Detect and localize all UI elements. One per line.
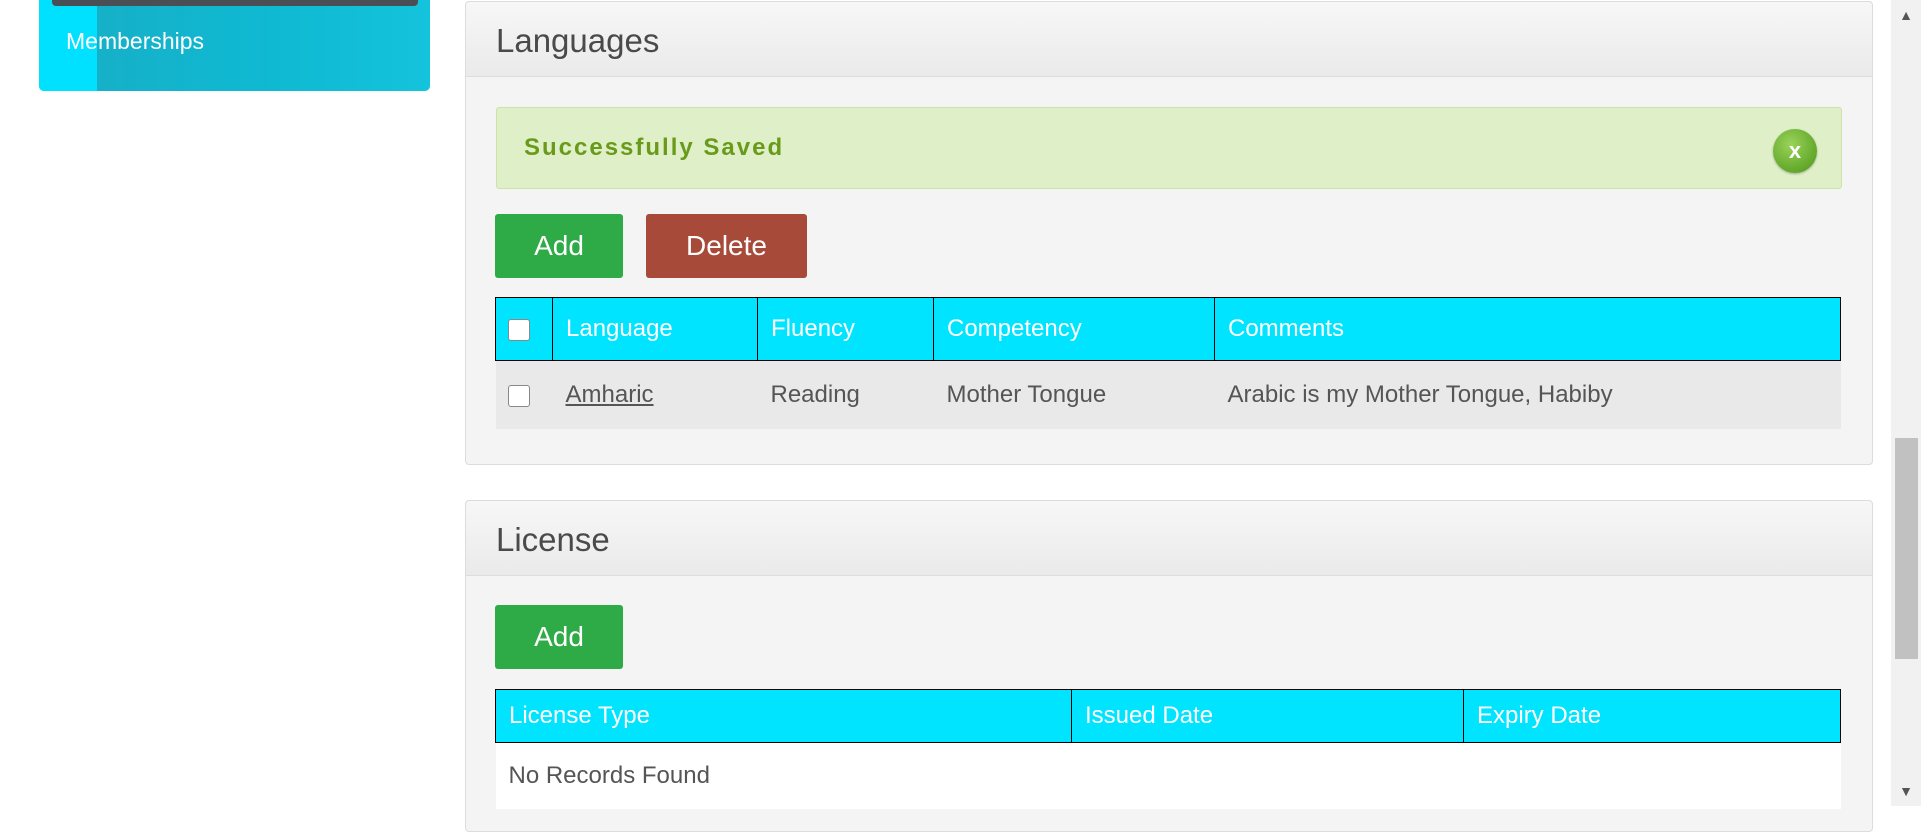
sidebar-menu: Memberships [39,0,430,91]
scroll-up-arrow-icon[interactable]: ▲ [1891,4,1921,26]
column-header-fluency[interactable]: Fluency [757,297,934,361]
column-header-comments[interactable]: Comments [1214,297,1841,361]
comments-cell: Arabic is my Mother Tongue, Habiby [1214,360,1841,429]
page-scrollbar[interactable]: ▲ ▼ [1891,0,1921,806]
select-all-cell [495,297,553,361]
row-select-cell [495,360,553,429]
column-header-license-type[interactable]: License Type [495,689,1072,743]
table-row: Amharic Reading Mother Tongue Arabic is … [495,360,1841,429]
no-records-message: No Records Found [495,742,1841,809]
scroll-down-arrow-icon[interactable]: ▼ [1891,780,1921,802]
scrollbar-thumb[interactable] [1895,438,1918,659]
delete-language-button[interactable]: Delete [646,214,807,278]
column-header-expiry-date[interactable]: Expiry Date [1463,689,1841,743]
success-message: Successfully Saved [524,134,785,161]
competency-cell: Mother Tongue [933,360,1215,429]
success-alert: Successfully Saved x [496,107,1842,189]
fluency-cell: Reading [757,360,934,429]
languages-title: Languages [496,22,660,59]
close-icon[interactable]: x [1773,129,1817,173]
column-header-language[interactable]: Language [552,297,758,361]
column-header-competency[interactable]: Competency [933,297,1215,361]
languages-panel: Languages Successfully Saved x Add Delet… [465,1,1873,465]
language-link[interactable]: Amharic [566,381,654,408]
sidebar-active-bar [52,0,418,6]
column-header-issued-date[interactable]: Issued Date [1071,689,1464,743]
languages-table: Language Fluency Competency Comments Amh… [495,297,1841,429]
license-panel-header: License [466,501,1872,576]
row-checkbox[interactable] [507,384,530,407]
languages-panel-header: Languages [466,2,1872,77]
license-table-header: License Type Issued Date Expiry Date [495,689,1841,743]
license-table: License Type Issued Date Expiry Date No … [495,689,1841,809]
select-all-checkbox[interactable] [508,318,530,341]
language-cell: Amharic [552,360,758,429]
languages-table-header: Language Fluency Competency Comments [495,297,1841,361]
empty-row: No Records Found [495,742,1841,809]
sidebar-item-memberships[interactable]: Memberships [66,28,204,55]
add-license-button[interactable]: Add [495,605,623,669]
add-language-button[interactable]: Add [495,214,623,278]
license-panel: License Add License Type Issued Date Exp… [465,500,1873,832]
license-title: License [496,521,610,558]
